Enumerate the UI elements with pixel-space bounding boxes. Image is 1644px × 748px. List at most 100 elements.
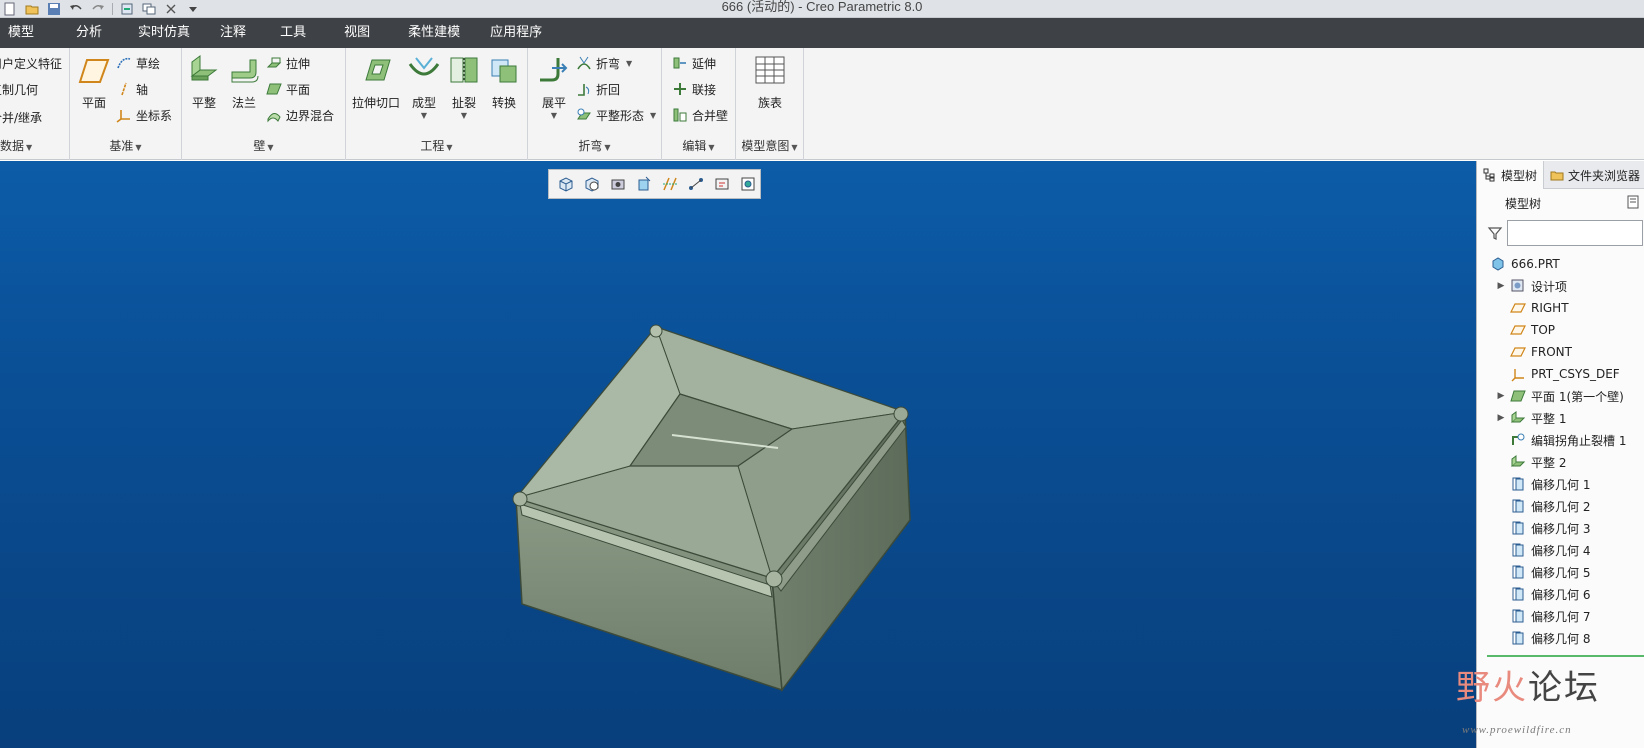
tree-item[interactable]: 偏移几何 5 [1477,561,1644,583]
tree-item[interactable]: ▶ 平整 1 [1477,407,1644,429]
sheetmetal-box-model[interactable] [0,161,1476,748]
axis-button[interactable]: 轴 [116,78,148,100]
group-label-design-intent[interactable]: 模型意图 ▼ [736,137,803,154]
family-table-button[interactable]: 族表 [748,54,792,120]
new-icon[interactable] [0,1,20,17]
tree-item[interactable]: 偏移几何 3 [1477,517,1644,539]
form-button[interactable]: 成型 ▼ [402,54,446,120]
tree-item[interactable]: ▶ 平面 1(第一个壁) [1477,385,1644,407]
datum-display-icon[interactable] [657,171,682,197]
bend-button[interactable]: 折弯 ▼ [576,52,632,74]
group-label-walls[interactable]: 壁 ▼ [182,137,345,154]
tab-annotate[interactable]: 注释 [204,18,260,48]
rip-dropdown-arrow[interactable]: ▼ [442,111,486,121]
extrude-cut-button[interactable]: 拉伸切口 [350,54,402,120]
planar-wall-button[interactable]: 平面 [266,78,310,100]
tree-item-label: TOP [1531,323,1556,337]
tab-analysis[interactable]: 分析 [48,18,116,48]
tree-item[interactable]: 平整 2 [1477,451,1644,473]
tab-flexible-modeling[interactable]: 柔性建模 [384,18,474,48]
tab-view[interactable]: 视图 [320,18,384,48]
filter-icon[interactable] [1487,225,1503,241]
flange-button[interactable]: 法兰 [222,54,266,120]
tab-model-tree[interactable]: 模型树 [1477,161,1545,189]
tree-item-label: 平面 1(第一个壁) [1531,389,1624,404]
tree-item[interactable]: TOP [1477,319,1644,341]
close-icon[interactable] [161,1,181,17]
appearance-icon[interactable] [735,171,760,197]
unbend-dropdown-arrow[interactable]: ▼ [532,111,576,121]
undo-icon[interactable] [66,1,86,17]
merge-inheritance-button[interactable]: 合并/继承 [0,106,42,128]
tree-settings-icon[interactable] [1627,195,1641,209]
extrude-wall-button[interactable]: 拉伸 [266,52,310,74]
tab-live-simulation[interactable]: 实时仿真 [116,18,204,48]
saved-views-icon[interactable] [605,171,630,197]
extend-button[interactable]: 延伸 [672,52,716,74]
tree-item[interactable]: RIGHT [1477,297,1644,319]
display-style-icon[interactable] [631,171,656,197]
expand-arrow-icon[interactable]: ▶ [1495,281,1507,291]
refit-icon[interactable] [553,171,578,197]
group-label-datum[interactable]: 基准 ▼ [70,137,181,154]
tab-applications[interactable]: 应用程序 [474,18,556,48]
copy-geometry-button[interactable]: 复制几何 [0,78,38,100]
regenerate-icon[interactable] [117,1,137,17]
plane-button[interactable]: 平面 [72,54,116,120]
open-icon[interactable] [22,1,42,17]
graphics-window[interactable] [0,161,1476,748]
boundary-blend-button[interactable]: 边界混合 [266,104,334,126]
customize-icon[interactable] [183,1,203,17]
offset-geometry-icon [1512,631,1524,645]
flange-icon [231,59,259,83]
annotation-display-icon[interactable] [683,171,708,197]
group-label-editing[interactable]: 编辑 ▼ [662,137,735,154]
tab-tools[interactable]: 工具 [260,18,320,48]
tree-item[interactable]: PRT_CSYS_DEF [1477,363,1644,385]
tab-folder-browser[interactable]: 文件夹浏览器 [1544,161,1644,189]
user-defined-feature-button[interactable]: 用户定义特征 [0,52,62,74]
tree-item-label: 偏移几何 5 [1531,565,1591,580]
tree-item[interactable]: 666.PRT [1477,253,1644,275]
join-button[interactable]: 联接 [672,78,716,100]
sketch-button[interactable]: 草绘 [116,52,160,74]
zoom-in-icon[interactable] [579,171,604,197]
rip-button[interactable]: 扯裂 ▼ [442,54,486,120]
tree-item[interactable]: 偏移几何 7 [1477,605,1644,627]
tree-filter-input[interactable] [1507,220,1643,246]
save-icon[interactable] [44,1,64,17]
bend-icon [577,56,591,70]
separator [112,3,113,15]
group-datum: 平面 草绘 轴 坐标系 基准 ▼ [70,48,182,160]
offset-geometry-icon [1512,543,1524,557]
group-label-get-data[interactable]: 取数据▼ [0,137,69,154]
form-dropdown-arrow[interactable]: ▼ [402,111,446,121]
tree-item[interactable]: 偏移几何 2 [1477,495,1644,517]
merge-walls-button[interactable]: 合并壁 [672,104,728,126]
spin-center-icon[interactable] [709,171,734,197]
bend-back-button[interactable]: 折回 [576,78,620,100]
flat-wall-icon [1510,455,1526,467]
flat-pattern-dropdown-arrow[interactable]: ▼ [650,111,656,120]
tree-item[interactable]: 偏移几何 1 [1477,473,1644,495]
tree-item[interactable]: 编辑拐角止裂槽 1 [1477,429,1644,451]
convert-button[interactable]: 转换 [482,54,526,120]
expand-arrow-icon[interactable]: ▶ [1495,413,1507,423]
unbend-button[interactable]: 展平 ▼ [532,54,576,120]
windows-icon[interactable] [139,1,159,17]
flat-pattern-button[interactable]: 平整形态 ▼ [576,104,656,126]
csys-button[interactable]: 坐标系 [116,104,172,126]
redo-icon[interactable] [88,1,108,17]
tree-item[interactable]: 偏移几何 4 [1477,539,1644,561]
flat-pattern-icon [577,108,591,120]
tab-model[interactable]: 模型 [0,18,48,48]
expand-arrow-icon[interactable]: ▶ [1495,391,1507,401]
group-label-bends[interactable]: 折弯 ▼ [528,137,661,154]
tree-item[interactable]: 偏移几何 8 [1477,627,1644,649]
flat-wall-button[interactable]: 平整 [182,54,226,120]
tree-item[interactable]: 偏移几何 6 [1477,583,1644,605]
tree-item[interactable]: ▶ 设计项 [1477,275,1644,297]
bend-dropdown-arrow[interactable]: ▼ [626,59,632,68]
tree-item[interactable]: FRONT [1477,341,1644,363]
group-label-engineering[interactable]: 工程 ▼ [346,137,527,154]
